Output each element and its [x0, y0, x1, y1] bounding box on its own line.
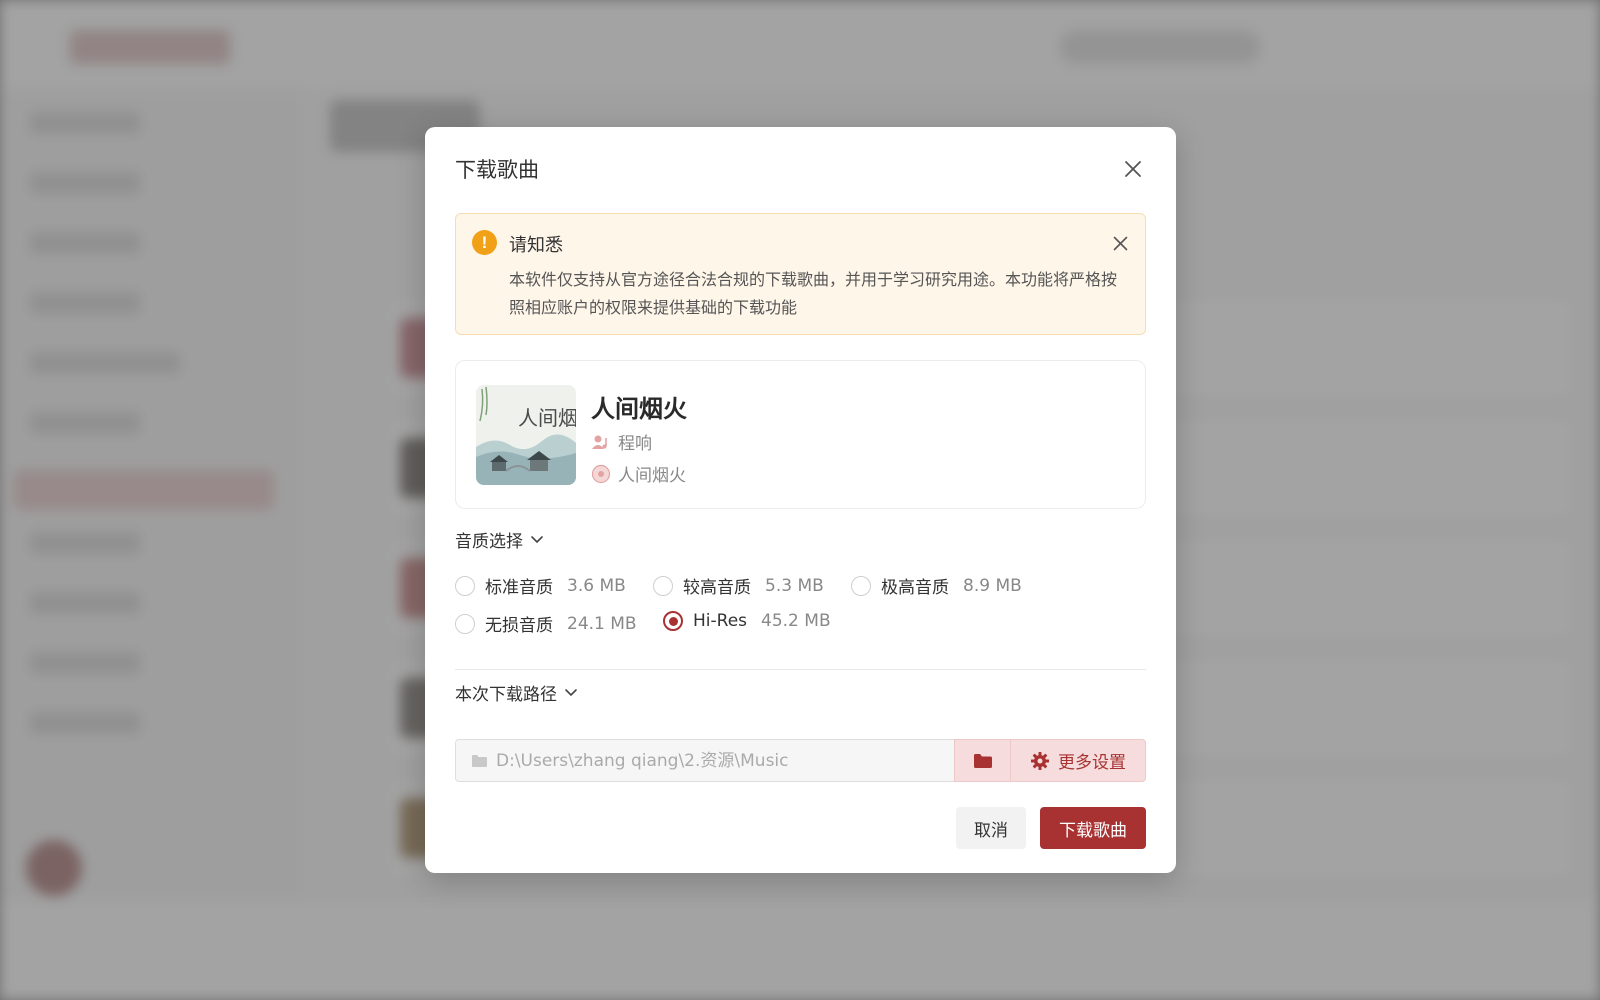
quality-option-lossless[interactable]: 无损音质 24.1 MB: [455, 611, 637, 636]
quality-option-name: 较高音质: [683, 578, 751, 598]
download-button[interactable]: 下载歌曲: [1040, 807, 1146, 849]
warning-icon: !: [472, 230, 497, 255]
quality-option-name: 极高音质: [881, 578, 949, 598]
cancel-button[interactable]: 取消: [956, 807, 1026, 849]
divider: [455, 669, 1146, 670]
browse-folder-button[interactable]: [954, 739, 1011, 782]
notice-box: ! 请知悉 本软件仅支持从官方途径合法合规的下载歌曲，并用于学习研究用途。本功能…: [455, 213, 1146, 335]
quality-option-hires[interactable]: Hi-Res 45.2 MB: [663, 611, 831, 631]
album-cover: 人间烟火: [476, 385, 576, 485]
song-title: 人间烟火: [591, 395, 687, 423]
radio-button[interactable]: [455, 575, 475, 596]
song-album[interactable]: 人间烟火: [618, 461, 686, 486]
path-section-toggle[interactable]: 本次下载路径: [455, 680, 578, 705]
notice-body: 本软件仅支持从官方途径合法合规的下载歌曲，并用于学习研究用途。本功能将严格按照相…: [509, 270, 1118, 317]
quality-label: 音质选择: [455, 532, 523, 552]
quality-option-size: 5.3 MB: [765, 575, 824, 596]
radio-button[interactable]: [455, 613, 475, 634]
quality-option-name: Hi-Res: [693, 611, 748, 631]
dialog-title: 下载歌曲: [455, 158, 539, 182]
close-icon: [1125, 161, 1141, 177]
close-icon: [1113, 236, 1127, 250]
gear-icon: [1031, 751, 1049, 770]
radio-button-checked[interactable]: [663, 611, 683, 631]
artist-icon: [591, 432, 611, 452]
chevron-down-icon: [531, 535, 543, 543]
album-cover-logo: 人间烟火: [518, 406, 576, 430]
radio-button[interactable]: [851, 575, 871, 596]
folder-icon: [472, 754, 487, 767]
quality-option-extreme[interactable]: 极高音质 8.9 MB: [851, 573, 1022, 598]
quality-option-size: 8.9 MB: [963, 575, 1022, 596]
quality-option-standard[interactable]: 标准音质 3.6 MB: [455, 573, 626, 598]
quality-section-toggle[interactable]: 音质选择: [455, 527, 544, 552]
album-disc-icon: [591, 464, 611, 484]
folder-icon: [973, 753, 992, 768]
path-input-wrapper: [455, 739, 955, 782]
quality-option-name: 标准音质: [485, 578, 553, 598]
quality-option-size: 45.2 MB: [761, 611, 831, 631]
radio-button[interactable]: [653, 575, 673, 596]
song-album-row: 人间烟火: [591, 461, 686, 486]
quality-option-higher[interactable]: 较高音质 5.3 MB: [653, 573, 824, 598]
path-label: 本次下载路径: [455, 685, 557, 705]
more-settings-button[interactable]: 更多设置: [1010, 739, 1146, 782]
more-settings-label: 更多设置: [1058, 753, 1126, 773]
album-cover-art: 人间烟火: [476, 385, 576, 485]
quality-option-size: 24.1 MB: [567, 613, 637, 634]
notice-title: 请知悉: [509, 235, 563, 256]
notice-close-button[interactable]: [1108, 231, 1132, 255]
song-card: 人间烟火 人间烟火 程响 人间烟火: [455, 360, 1146, 509]
song-artist[interactable]: 程响: [618, 429, 652, 454]
dialog-close-button[interactable]: [1118, 154, 1148, 184]
download-dialog: 下载歌曲 ! 请知悉 本软件仅支持从官方途径合法合规的下载歌曲，并用于学习研究用…: [425, 127, 1176, 873]
quality-option-name: 无损音质: [485, 616, 553, 636]
chevron-down-icon: [565, 688, 577, 696]
quality-option-size: 3.6 MB: [567, 575, 626, 596]
song-artist-row: 程响: [591, 429, 652, 454]
download-path-input[interactable]: [496, 750, 946, 771]
